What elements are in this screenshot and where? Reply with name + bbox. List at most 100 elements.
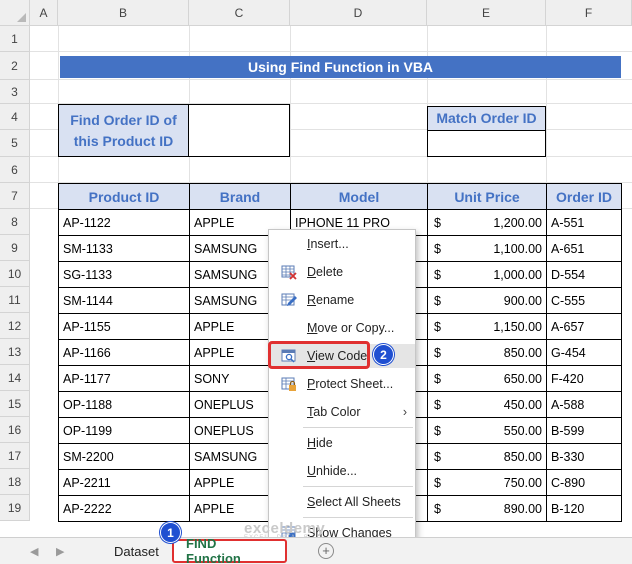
tab-scroll-left-icon[interactable]: ◀ [30, 545, 38, 558]
row-header[interactable]: 7 [0, 183, 30, 209]
cell-order-id[interactable]: A-651 [546, 235, 622, 262]
menu-item-protect-sheet[interactable]: Protect Sheet... [269, 372, 415, 396]
row-header[interactable]: 2 [0, 52, 30, 80]
sheet-tab-dataset[interactable]: Dataset [102, 538, 171, 564]
cell-product-id[interactable]: AP-2211 [58, 469, 190, 496]
find-product-id-input[interactable] [190, 105, 289, 156]
cell-product-id[interactable]: AP-1155 [58, 313, 190, 340]
row-header[interactable]: 13 [0, 339, 30, 365]
menu-item-unhide[interactable]: Unhide... [269, 459, 415, 483]
currency-symbol: $ [434, 216, 441, 230]
cell-unit-price[interactable]: $1,000.00 [427, 261, 547, 288]
price-value: 450.00 [503, 397, 542, 412]
cell-order-id[interactable]: A-551 [546, 209, 622, 236]
row-header[interactable]: 15 [0, 391, 30, 417]
cell-order-id[interactable]: A-657 [546, 313, 622, 340]
menu-item-label: Rename [307, 293, 355, 307]
submenu-chevron-icon: › [402, 405, 407, 419]
row-header[interactable]: 14 [0, 365, 30, 391]
menu-item-insert[interactable]: Insert... [269, 232, 415, 256]
cell-product-id[interactable]: OP-1199 [58, 417, 190, 444]
tab-scroll-right-icon[interactable]: ▶ [56, 545, 64, 558]
cell-product-id[interactable]: AP-1122 [58, 209, 190, 236]
column-header-c[interactable]: C [189, 0, 290, 26]
menu-item-label: Move or Copy... [307, 321, 395, 335]
cell-unit-price[interactable]: $650.00 [427, 365, 547, 392]
cell-product-id[interactable]: AP-1166 [58, 339, 190, 366]
row-header[interactable]: 5 [0, 130, 30, 157]
cell-order-id[interactable]: A-588 [546, 391, 622, 418]
header-unit-price[interactable]: Unit Price [427, 183, 547, 210]
delete-sheet-icon [281, 264, 297, 280]
row-header[interactable]: 11 [0, 287, 30, 313]
cell-order-id[interactable]: B-120 [546, 495, 622, 522]
header-model[interactable]: Model [290, 183, 428, 210]
cell-order-id[interactable]: B-330 [546, 443, 622, 470]
step-badge-1: 1 [160, 522, 181, 543]
column-header-f[interactable]: F [546, 0, 632, 26]
cell-order-id[interactable]: B-599 [546, 417, 622, 444]
menu-item-tab-color[interactable]: Tab Color › [269, 400, 415, 424]
cell-unit-price[interactable]: $1,150.00 [427, 313, 547, 340]
header-brand[interactable]: Brand [189, 183, 291, 210]
row-header[interactable]: 18 [0, 469, 30, 495]
row-header[interactable]: 6 [0, 157, 30, 183]
cell-product-id[interactable]: SM-1133 [58, 235, 190, 262]
menu-item-select-all-sheets[interactable]: Select All Sheets [269, 490, 415, 514]
cell-order-id[interactable]: C-555 [546, 287, 622, 314]
row-header[interactable]: 9 [0, 235, 30, 261]
cell-product-id[interactable]: SG-1133 [58, 261, 190, 288]
sheet-title: Using Find Function in VBA [60, 56, 621, 78]
cell-product-id[interactable]: SM-2200 [58, 443, 190, 470]
grid-column-line [546, 26, 547, 183]
row-header[interactable]: 16 [0, 417, 30, 443]
header-product-id[interactable]: Product ID [58, 183, 190, 210]
row-header[interactable]: 1 [0, 26, 30, 52]
price-value: 550.00 [503, 423, 542, 438]
menu-item-move-or-copy[interactable]: Move or Copy... [269, 316, 415, 340]
select-all-corner[interactable] [0, 0, 30, 26]
menu-item-label: Protect Sheet... [307, 377, 394, 391]
column-header-e[interactable]: E [427, 0, 546, 26]
menu-item-rename[interactable]: Rename [269, 288, 415, 312]
row-header[interactable]: 17 [0, 443, 30, 469]
match-order-output[interactable] [428, 132, 545, 156]
cell-order-id[interactable]: G-454 [546, 339, 622, 366]
row-header[interactable]: 19 [0, 495, 30, 521]
row-header[interactable]: 3 [0, 80, 30, 104]
find-label-line1: Find Order ID of [70, 111, 177, 128]
cell-unit-price[interactable]: $1,100.00 [427, 235, 547, 262]
cell-product-id[interactable]: AP-1177 [58, 365, 190, 392]
column-header-b[interactable]: B [58, 0, 189, 26]
menu-item-delete[interactable]: Delete [269, 260, 415, 284]
find-label-line2: this Product ID [73, 132, 174, 149]
cell-order-id[interactable]: D-554 [546, 261, 622, 288]
row-header[interactable]: 8 [0, 209, 30, 235]
row-header[interactable]: 12 [0, 313, 30, 339]
cell-order-id[interactable]: F-420 [546, 365, 622, 392]
cell-unit-price[interactable]: $750.00 [427, 469, 547, 496]
cell-unit-price[interactable]: $1,200.00 [427, 209, 547, 236]
price-value: 900.00 [503, 293, 542, 308]
column-header-d[interactable]: D [290, 0, 427, 26]
cell-unit-price[interactable]: $450.00 [427, 391, 547, 418]
cell-product-id[interactable]: AP-2222 [58, 495, 190, 522]
cell-unit-price[interactable]: $890.00 [427, 495, 547, 522]
cell-unit-price[interactable]: $550.00 [427, 417, 547, 444]
row-header[interactable]: 4 [0, 104, 30, 130]
cell-unit-price[interactable]: $900.00 [427, 287, 547, 314]
add-sheet-icon[interactable]: + [318, 543, 334, 559]
sheet-tab-bar: ◀ ▶ Dataset FIND Function + [0, 536, 632, 564]
cell-unit-price[interactable]: $850.00 [427, 443, 547, 470]
cell-order-id[interactable]: C-890 [546, 469, 622, 496]
cell-product-id[interactable]: OP-1188 [58, 391, 190, 418]
grid-row [30, 157, 632, 183]
column-header-a[interactable]: A [30, 0, 58, 26]
header-order-id[interactable]: Order ID [546, 183, 622, 210]
cell-product-id[interactable]: SM-1144 [58, 287, 190, 314]
menu-item-label: Tab Color [307, 405, 361, 419]
cell-unit-price[interactable]: $850.00 [427, 339, 547, 366]
row-header[interactable]: 10 [0, 261, 30, 287]
sheet-tab-find-function[interactable]: FIND Function [172, 536, 287, 564]
menu-item-hide[interactable]: Hide [269, 431, 415, 455]
